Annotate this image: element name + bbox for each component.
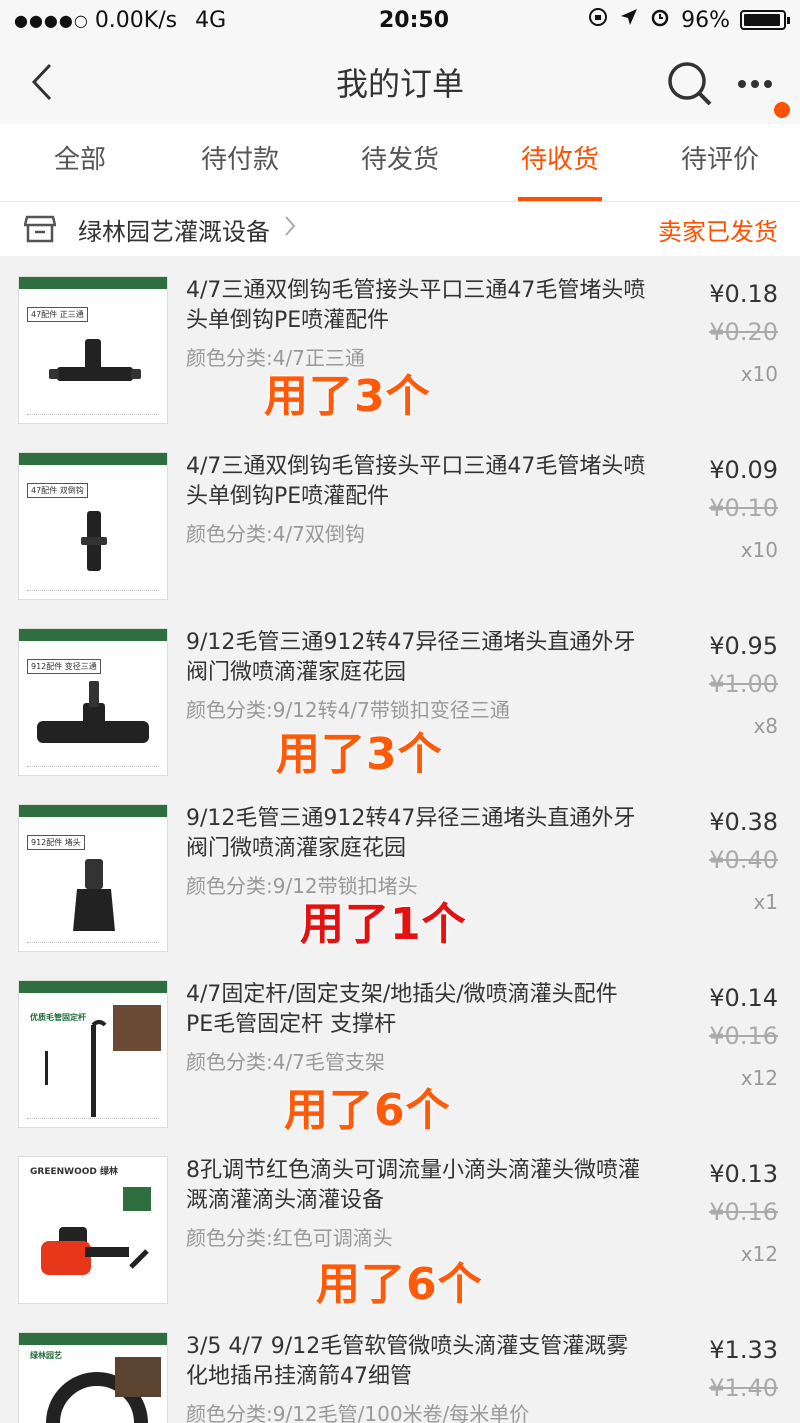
search-button[interactable]	[664, 58, 714, 108]
product-title[interactable]: 8孔调节红色滴头可调流量小滴头滴灌头微喷灌溉滴灌滴头滴灌设备	[186, 1156, 646, 1216]
product-thumbnail[interactable]: 47配件 双倒钩	[18, 452, 168, 600]
product-quantity: x8	[753, 714, 778, 738]
thumbnail-footer	[27, 414, 159, 417]
notification-dot	[774, 102, 790, 118]
support-stake-image	[45, 1005, 161, 1117]
page-title: 我的订单	[335, 65, 464, 103]
usage-note: 用了6个	[284, 1085, 451, 1136]
product-spec: 颜色分类:4/7毛管支架	[186, 1050, 385, 1074]
tab-pending-review[interactable]: 待评价	[640, 124, 800, 201]
tubing-coil-image	[46, 1357, 161, 1423]
order-item[interactable]: GREENWOOD 绿林 8孔调节红色滴头可调流量小滴头滴灌头微喷灌溉滴灌滴头滴…	[0, 1144, 800, 1314]
usage-note: 用了1个	[300, 899, 467, 950]
rotation-lock-icon	[587, 6, 609, 34]
more-button[interactable]	[736, 58, 776, 108]
thumbnail-footer	[27, 1118, 159, 1121]
battery-icon	[740, 10, 790, 30]
status-left: ●●●●○ 0.00K/s 4G	[14, 8, 314, 33]
order-item[interactable]: 47配件 正三通 4/7三通双倒钩毛管接头平口三通47毛管堵头喷头单倒钩PE喷灌…	[0, 264, 800, 434]
order-item[interactable]: 优质毛管固定杆 4/7固定杆/固定支架/地插尖/微喷滴灌头配件 PE毛管固定杆 …	[0, 968, 800, 1138]
chevron-left-icon	[31, 63, 52, 101]
original-price: ¥1.00	[709, 670, 778, 698]
order-item[interactable]: 绿林园艺 3/5 4/7 9/12毛管软管微喷头滴灌支管灌溉雾化地插吊挂滴箭47…	[0, 1320, 800, 1423]
product-spec: 颜色分类:红色可调滴头	[186, 1226, 393, 1250]
original-price: ¥0.16	[709, 1022, 778, 1050]
end-cap-image	[73, 859, 115, 931]
product-quantity: x10	[740, 362, 778, 386]
usage-note: 用了6个	[316, 1259, 483, 1310]
signal-strength-icon: ●●●●○	[14, 10, 89, 30]
product-title[interactable]: 9/12毛管三通912转47异径三通堵头直通外牙阀门微喷滴灌家庭花园	[186, 628, 646, 688]
shop-name[interactable]: 绿林园艺灌溉设备	[78, 212, 270, 247]
location-icon	[619, 7, 639, 33]
store-icon	[22, 211, 58, 247]
shop-header[interactable]: 绿林园艺灌溉设备 卖家已发货	[0, 202, 800, 256]
product-spec: 颜色分类:4/7双倒钩	[186, 522, 365, 546]
product-price: ¥0.18	[709, 280, 778, 308]
thumbnail-footer	[27, 590, 159, 593]
search-icon	[668, 62, 712, 106]
product-title[interactable]: 4/7三通双倒钩毛管接头平口三通47毛管堵头喷头单倒钩PE喷灌配件	[186, 452, 646, 512]
product-title[interactable]: 3/5 4/7 9/12毛管软管微喷头滴灌支管灌溉雾化地插吊挂滴箭47细管	[186, 1332, 646, 1392]
product-thumbnail[interactable]: 绿林园艺	[18, 1332, 168, 1423]
product-thumbnail[interactable]: GREENWOOD 绿林	[18, 1156, 168, 1304]
usage-note: 用了3个	[264, 371, 431, 422]
thumbnail-footer	[27, 942, 159, 945]
product-price: ¥0.14	[709, 984, 778, 1012]
red-dripper-image	[41, 1187, 151, 1275]
product-spec: 颜色分类:9/12毛管/100米卷/每米单价	[186, 1402, 530, 1423]
more-dots-icon	[738, 80, 772, 88]
network-speed: 0.00K/s	[94, 7, 178, 33]
product-thumbnail[interactable]: 47配件 正三通	[18, 276, 168, 424]
status-time: 20:50	[378, 7, 450, 33]
product-title[interactable]: 4/7固定杆/固定支架/地插尖/微喷滴灌头配件 PE毛管固定杆 支撑杆	[186, 980, 646, 1040]
product-thumbnail[interactable]: 912配件 堵头	[18, 804, 168, 952]
tab-pending-shipment[interactable]: 待发货	[320, 124, 480, 201]
product-price: ¥0.38	[709, 808, 778, 836]
order-tabs: 全部 待付款 待发货 待收货 待评价	[0, 124, 800, 202]
product-quantity: x12	[740, 1242, 778, 1266]
back-button[interactable]	[22, 60, 62, 104]
tab-pending-receipt[interactable]: 待收货	[480, 124, 640, 201]
thumbnail-footer	[27, 766, 159, 769]
original-price: ¥0.16	[709, 1198, 778, 1226]
order-item[interactable]: 912配件 堵头 9/12毛管三通912转47异径三通堵头直通外牙阀门微喷滴灌家…	[0, 792, 800, 962]
tab-all[interactable]: 全部	[0, 124, 160, 201]
product-thumbnail[interactable]: 912配件 变径三通	[18, 628, 168, 776]
battery-fill	[744, 14, 780, 26]
status-bar: ●●●●○ 0.00K/s 4G 20:50 96%	[0, 0, 800, 40]
order-item[interactable]: 912配件 变径三通 9/12毛管三通912转47异径三通堵头直通外牙阀门微喷滴…	[0, 616, 800, 786]
original-price: ¥0.20	[709, 318, 778, 346]
alarm-icon	[649, 6, 671, 34]
order-status: 卖家已发货	[658, 217, 778, 246]
order-item[interactable]: 47配件 双倒钩 4/7三通双倒钩毛管接头平口三通47毛管堵头喷头单倒钩PE喷灌…	[0, 440, 800, 610]
usage-note: 用了3个	[276, 729, 443, 780]
product-thumbnail[interactable]: 优质毛管固定杆	[18, 980, 168, 1128]
product-price: ¥0.95	[709, 632, 778, 660]
tee-connector-image	[49, 339, 141, 381]
battery-percent: 96%	[681, 7, 730, 33]
product-quantity: x1	[753, 890, 778, 914]
product-price: ¥1.33	[709, 1336, 778, 1364]
product-title[interactable]: 9/12毛管三通912转47异径三通堵头直通外牙阀门微喷滴灌家庭花园	[186, 804, 646, 864]
nav-bar: 我的订单	[0, 40, 800, 124]
barb-connector-image	[81, 511, 107, 571]
tab-pending-payment[interactable]: 待付款	[160, 124, 320, 201]
reducing-tee-image	[37, 681, 149, 743]
original-price: ¥1.40	[709, 1374, 778, 1402]
product-price: ¥0.09	[709, 456, 778, 484]
product-price: ¥0.13	[709, 1160, 778, 1188]
product-title[interactable]: 4/7三通双倒钩毛管接头平口三通47毛管堵头喷头单倒钩PE喷灌配件	[186, 276, 646, 336]
chevron-right-icon	[284, 215, 296, 243]
network-type: 4G	[195, 7, 227, 33]
product-quantity: x10	[740, 538, 778, 562]
status-right: 96%	[514, 6, 790, 34]
original-price: ¥0.40	[709, 846, 778, 874]
product-quantity: x12	[740, 1066, 778, 1090]
original-price: ¥0.10	[709, 494, 778, 522]
